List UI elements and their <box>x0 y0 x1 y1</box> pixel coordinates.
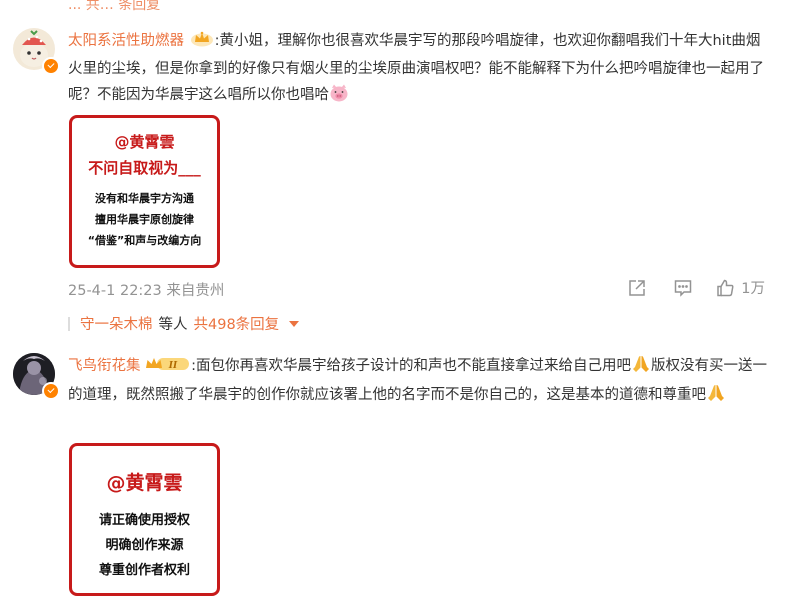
card-headline: 不问自取视为___ <box>88 159 201 177</box>
crown-badge-icon <box>189 29 215 56</box>
comment-image[interactable]: @黄霄雲 不问自取视为___ 没有和华晨宇方沟通 擅用华晨宇原创旋律 “借鉴”和… <box>69 115 220 268</box>
comment-meta: 25-4-1 22:23 来自贵州 <box>68 279 224 300</box>
comment-item: 飞鸟衔花集 II :面包你再喜欢华晨宇给孩子设计的和声也不能直接拿过来给自己用吧… <box>0 340 787 597</box>
card-line: 明确创作来源 <box>105 538 184 553</box>
card-line: 擅用华晨宇原创旋律 <box>95 213 194 226</box>
comment-username[interactable]: 太阳系活性助燃器 <box>68 33 184 49</box>
verified-badge-icon <box>42 57 60 75</box>
card-mention: @黄霄雲 <box>106 472 183 494</box>
card-mention: @黄霄雲 <box>114 133 175 151</box>
pig-emoji-icon <box>329 84 349 111</box>
reply-count-link[interactable]: 共498条回复 <box>194 313 280 334</box>
comment-image[interactable]: @黄霄雲 请正确使用授权 明确创作来源 尊重创作者权利 <box>69 443 220 596</box>
reply-summary[interactable]: 守一朵木棉 等人 共498条回复 <box>68 313 300 334</box>
pray-emoji-icon <box>706 384 726 411</box>
like-button[interactable]: 1万 <box>715 277 765 298</box>
vip-badge-icon: II <box>145 355 191 382</box>
like-count: 1万 <box>741 281 765 297</box>
card-line: 尊重创作者权利 <box>98 563 190 578</box>
comment-actions: 1万 <box>627 277 765 298</box>
card-line: 没有和华晨宇方沟通 <box>95 192 194 205</box>
pray-emoji-icon <box>631 355 651 382</box>
verified-badge-icon <box>42 382 60 400</box>
reply-middle-text: 等人 <box>158 317 188 333</box>
svg-text:II: II <box>168 361 178 371</box>
chevron-down-icon[interactable] <box>289 320 300 327</box>
card-line: “借鉴”和声与改编方向 <box>87 234 202 247</box>
share-icon[interactable] <box>627 278 647 298</box>
thumbs-up-icon <box>715 278 735 298</box>
comment-icon[interactable] <box>673 278 693 298</box>
comment-time: 25-4-1 22:23 <box>68 283 162 299</box>
reply-user-link[interactable]: 守一朵木棉 <box>80 313 153 334</box>
comment-source: 来自贵州 <box>166 283 225 299</box>
comment-body: 飞鸟衔花集 II :面包你再喜欢华晨宇给孩子设计的和声也不能直接拿过来给自己用吧… <box>68 353 768 411</box>
reply-divider <box>68 316 70 331</box>
comment-item: 太阳系活性助燃器 :黄小姐，理解你也很喜欢华晨宇写的那段吟唱旋律，也欢迎你翻唱我… <box>0 0 787 340</box>
card-line: 请正确使用授权 <box>98 513 190 528</box>
comment-body: 太阳系活性助燃器 :黄小姐，理解你也很喜欢华晨宇写的那段吟唱旋律，也欢迎你翻唱我… <box>68 28 768 111</box>
comment-text: :面包你再喜欢华晨宇给孩子设计的和声也不能直接拿过来给自己用吧 <box>191 358 631 374</box>
comment-username[interactable]: 飞鸟衔花集 <box>68 358 141 374</box>
